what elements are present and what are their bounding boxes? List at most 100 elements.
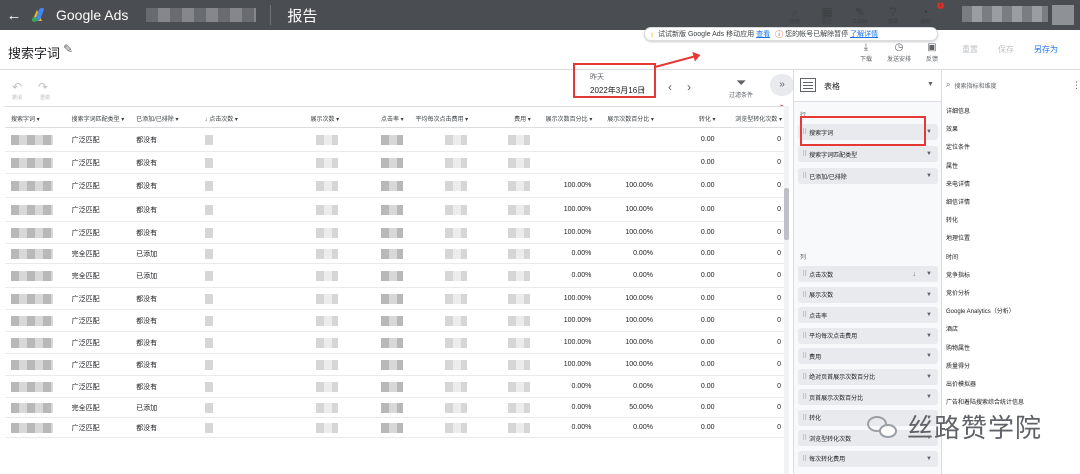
drag-handle-icon[interactable]: ⠿ — [802, 172, 807, 180]
drag-handle-icon[interactable]: ⠿ — [802, 373, 807, 381]
feedback-button[interactable]: ▣ 反馈 — [918, 42, 946, 63]
field-chip[interactable]: ⠿ 点击次数 ▼ ↓ — [798, 266, 938, 282]
visualization-select[interactable]: 表格 ▼ — [794, 70, 942, 102]
chevron-down-icon[interactable]: ▼ — [926, 374, 932, 380]
table-cell[interactable] — [5, 354, 66, 375]
drag-handle-icon[interactable]: ⠿ — [802, 270, 807, 278]
table-cell[interactable] — [5, 398, 66, 417]
table-cell[interactable] — [5, 288, 66, 309]
dimension-category[interactable]: 广告和着陆搜索综合统计信息 — [946, 397, 1024, 406]
dimension-category[interactable]: 质量得分 — [946, 361, 970, 370]
field-chip[interactable]: ⠿ 每次转化费用 ▼ — [798, 450, 938, 467]
filter-label[interactable]: 过滤条件 — [729, 90, 753, 99]
previous-period-icon[interactable]: ‹ — [668, 80, 672, 94]
field-chip[interactable]: ⠿ 搜索字词匹配类型 ▼ — [798, 146, 938, 162]
dimension-search[interactable]: ⌕ 搜索指标和维度 — [946, 78, 1076, 92]
field-chip[interactable]: ⠿ 展示次数 ▼ — [798, 286, 938, 303]
learn-more-link[interactable]: 了解详情 — [850, 29, 878, 39]
column-header[interactable]: 费用 ▾ — [471, 107, 534, 127]
dimension-category[interactable]: 细信详情 — [946, 197, 970, 206]
table-cell[interactable] — [5, 222, 66, 243]
drag-handle-icon[interactable]: ⠿ — [802, 332, 807, 340]
table-row[interactable]: 广泛匹配 都没有 100.00% 100.00% 0.00 0 — [5, 222, 785, 244]
top-notifications-button[interactable]: ◔ 通知 — [910, 0, 940, 30]
column-header[interactable]: 平均每次点击费用 ▾ — [407, 107, 472, 127]
column-header[interactable]: 浏览型转化次数 ▾ — [719, 107, 785, 127]
dimension-category[interactable]: 详细信息 — [946, 106, 970, 115]
dimension-category[interactable]: 购物属性 — [946, 343, 970, 352]
date-dropdown-icon[interactable]: ▼ — [640, 88, 646, 94]
field-chip[interactable]: ⠿ 页首展示次数百分比 ▼ — [798, 389, 938, 405]
table-cell[interactable] — [5, 310, 66, 331]
column-header[interactable]: 展示次数百分比 ▾ — [534, 107, 596, 127]
table-cell[interactable] — [5, 418, 66, 437]
table-cell[interactable] — [5, 174, 66, 197]
drag-handle-icon[interactable]: ⠿ — [802, 311, 807, 319]
sort-desc-icon[interactable]: ↓ — [913, 271, 917, 278]
dimension-category[interactable]: 属性 — [946, 161, 958, 170]
table-cell[interactable] — [5, 152, 66, 173]
save-button[interactable]: 保存 — [998, 44, 1014, 55]
table-row[interactable]: 广泛匹配 都没有 0.00% 0.00% 0.00 0 — [5, 376, 785, 398]
table-row[interactable]: 广泛匹配 都没有 0.00 0 — [5, 128, 785, 152]
column-header[interactable]: 点击率 ▾ — [342, 107, 407, 127]
table-row[interactable]: 广泛匹配 都没有 100.00% 100.00% 0.00 0 — [5, 174, 785, 198]
undo-icon[interactable]: ↶ — [12, 80, 22, 94]
table-row[interactable]: 完全匹配 已添加 0.00% 50.00% 0.00 0 — [5, 398, 785, 418]
promo-link[interactable]: 查看 — [756, 29, 770, 39]
chevron-down-icon[interactable]: ▼ — [926, 151, 932, 157]
table-cell[interactable] — [5, 198, 66, 221]
save-as-button[interactable]: 另存为 — [1034, 44, 1058, 55]
table-scrollbar-thumb[interactable] — [784, 188, 789, 240]
field-chip[interactable]: ⠿ 平均每次点击费用 ▼ — [798, 327, 938, 344]
chevron-down-icon[interactable]: ▼ — [926, 353, 932, 359]
drag-handle-icon[interactable]: ⠿ — [802, 291, 807, 299]
table-cell[interactable] — [5, 332, 66, 353]
table-row[interactable]: 完全匹配 已添加 0.00% 0.00% 0.00 0 — [5, 264, 785, 288]
dimension-category[interactable]: Google Analytics（分析） — [946, 306, 1015, 315]
expand-panel-button[interactable]: » — [770, 74, 794, 96]
top-search-button[interactable]: ⌕ 搜索 — [780, 0, 810, 30]
chevron-down-icon[interactable]: ▼ — [926, 394, 932, 400]
drag-handle-icon[interactable]: ⠿ — [802, 414, 807, 422]
user-email-blurred[interactable] — [962, 6, 1048, 22]
drag-handle-icon[interactable]: ⠿ — [802, 352, 807, 360]
field-chip[interactable]: ⠿ 已添加/已排除 ▼ — [798, 168, 938, 184]
dimension-category[interactable]: 时间 — [946, 252, 958, 261]
chevron-down-icon[interactable]: ▼ — [926, 271, 932, 277]
column-header[interactable]: 搜索字词 ▾ — [5, 107, 66, 127]
table-row[interactable]: 广泛匹配 都没有 0.00 0 — [5, 152, 785, 174]
next-period-icon[interactable]: › — [687, 80, 691, 94]
top-tools-button[interactable]: ✎ 工具和 — [844, 0, 876, 30]
chevron-down-icon[interactable]: ▼ — [926, 173, 932, 179]
redo-icon[interactable]: ↷ — [38, 80, 48, 94]
drag-handle-icon[interactable]: ⠿ — [802, 150, 807, 158]
dimension-category[interactable]: 竞争指标 — [946, 270, 970, 279]
back-arrow-icon[interactable]: ← — [0, 7, 28, 24]
dimension-category[interactable]: 来电详情 — [946, 179, 970, 188]
table-cell[interactable] — [5, 376, 66, 397]
table-row[interactable]: 完全匹配 已添加 0.00% 0.00% 0.00 0 — [5, 244, 785, 264]
dimension-category[interactable]: 定位条件 — [946, 142, 970, 151]
dimension-category[interactable]: 地理位置 — [946, 233, 970, 242]
column-header[interactable]: 展示次数 ▾ — [270, 107, 342, 127]
drag-handle-icon[interactable]: ⠿ — [802, 455, 807, 463]
field-chip[interactable]: ⠿ 费用 ▼ — [798, 348, 938, 364]
dimension-category[interactable]: 酒店 — [946, 324, 958, 333]
column-header[interactable]: ↓ 点击次数 ▾ — [199, 107, 270, 127]
download-button[interactable]: ⤓ 下载 — [852, 42, 880, 63]
dimension-category[interactable]: 出价模拟器 — [946, 379, 976, 388]
edit-pencil-icon[interactable]: ✎ — [63, 42, 73, 56]
chevron-down-icon[interactable]: ▼ — [926, 292, 932, 298]
avatar[interactable] — [1052, 5, 1074, 25]
chevron-down-icon[interactable]: ▼ — [926, 129, 932, 135]
field-chip[interactable]: ⠿ 绝对页首展示次数百分比 ▼ — [798, 368, 938, 385]
drag-handle-icon[interactable]: ⠿ — [802, 434, 807, 442]
chevron-down-icon[interactable]: ▼ — [926, 333, 932, 339]
table-cell[interactable] — [5, 244, 66, 263]
table-row[interactable]: 广泛匹配 都没有 100.00% 100.00% 0.00 0 — [5, 354, 785, 376]
drag-handle-icon[interactable]: ⠿ — [802, 393, 807, 401]
dimension-search-input[interactable]: 搜索指标和维度 — [954, 81, 996, 90]
schedule-button[interactable]: ◷ 发送安排 — [885, 42, 913, 63]
top-help-button[interactable]: ? 帮助 — [878, 0, 908, 30]
